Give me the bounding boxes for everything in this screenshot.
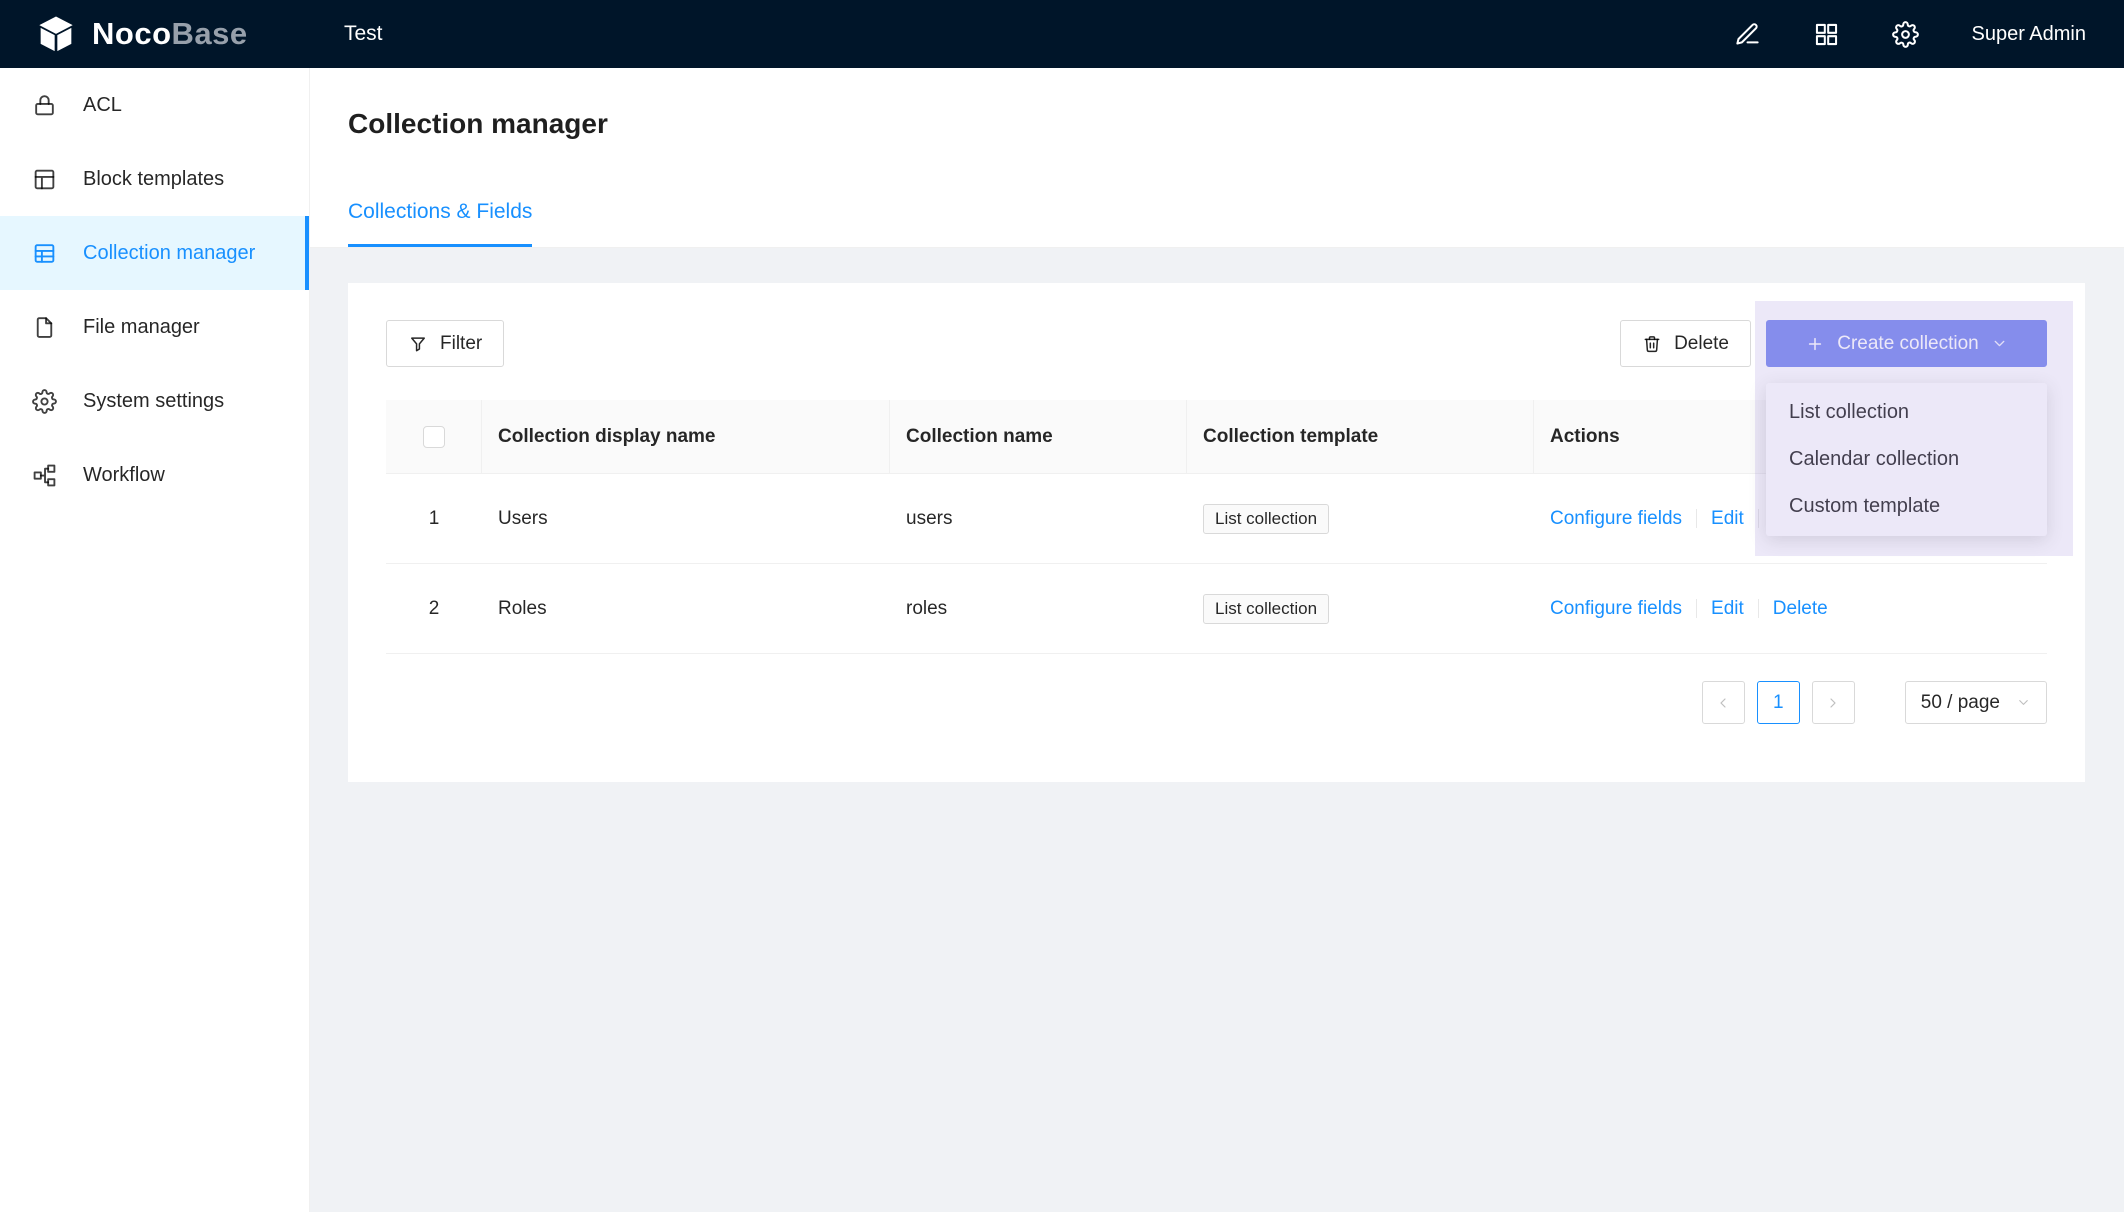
row-index[interactable]: 1: [386, 474, 482, 563]
nocobase-cube-icon: [36, 14, 76, 54]
template-tag: List collection: [1203, 504, 1329, 534]
chevron-down-icon: [1991, 335, 2008, 352]
chevron-left-icon: [1715, 695, 1731, 711]
column-header-name: Collection name: [890, 400, 1187, 473]
cell-display-name: Roles: [482, 564, 890, 653]
page-header: Collection manager Collections & Fields: [310, 68, 2124, 248]
filter-button[interactable]: Filter: [386, 320, 504, 367]
edit-link[interactable]: Edit: [1711, 508, 1744, 530]
create-collection-button[interactable]: Create collection: [1766, 320, 2047, 367]
filter-button-label: Filter: [440, 333, 482, 355]
cell-template: List collection: [1187, 474, 1534, 563]
sidebar-item-collection-manager[interactable]: Collection manager: [0, 216, 309, 290]
action-divider: [1758, 509, 1759, 528]
highlighter-icon[interactable]: [1734, 21, 1761, 48]
apps-icon[interactable]: [1813, 21, 1840, 48]
table-icon: [32, 241, 57, 266]
sidebar-item-label: ACL: [83, 94, 122, 117]
plus-icon: [1805, 334, 1825, 354]
sidebar-item-workflow[interactable]: Workflow: [0, 438, 309, 512]
table-toolbar: Filter Delete Create collection List col…: [386, 320, 2047, 367]
nocobase-logo[interactable]: NocoBase: [0, 14, 310, 54]
template-tag: List collection: [1203, 594, 1329, 624]
file-icon: [32, 315, 57, 340]
tabs-bar: Collections & Fields: [348, 199, 532, 247]
gear-icon[interactable]: [1892, 21, 1919, 48]
select-all-checkbox[interactable]: [423, 426, 445, 448]
create-collection-wrapper: Create collection List collection Calend…: [1766, 320, 2047, 367]
trash-icon: [1642, 334, 1662, 354]
sidebar-item-label: System settings: [83, 390, 224, 413]
action-divider: [1696, 509, 1697, 528]
page-size-select[interactable]: 50 / page: [1905, 681, 2047, 724]
delete-button[interactable]: Delete: [1620, 320, 1751, 367]
configure-fields-link[interactable]: Configure fields: [1550, 508, 1682, 530]
menu-item-calendar-collection[interactable]: Calendar collection: [1766, 436, 2047, 483]
configure-fields-link[interactable]: Configure fields: [1550, 598, 1682, 620]
sidebar-item-block-templates[interactable]: Block templates: [0, 142, 309, 216]
page-title: Collection manager: [348, 104, 2086, 144]
cell-display-name: Users: [482, 474, 890, 563]
create-collection-label: Create collection: [1837, 333, 1979, 355]
tab-collections-and-fields[interactable]: Collections & Fields: [348, 199, 532, 247]
logo-text: NocoBase: [92, 16, 248, 52]
delete-link[interactable]: Delete: [1773, 598, 1828, 620]
chevron-down-icon: [2016, 695, 2031, 710]
content-area: Filter Delete Create collection List col…: [310, 248, 2124, 1212]
delete-button-label: Delete: [1674, 333, 1729, 355]
top-header: NocoBase Test Super Admin: [0, 0, 2124, 68]
lock-icon: [32, 93, 57, 118]
settings-sidebar: ACL Block templates Collection manager F…: [0, 68, 310, 1212]
sidebar-item-label: Collection manager: [83, 242, 255, 265]
select-all-cell: [386, 400, 482, 473]
sidebar-item-system-settings[interactable]: System settings: [0, 364, 309, 438]
create-collection-dropdown: List collection Calendar collection Cust…: [1766, 383, 2047, 536]
workflow-icon: [32, 463, 57, 488]
gear-icon: [32, 389, 57, 414]
sidebar-item-label: File manager: [83, 316, 200, 339]
sidebar-item-label: Block templates: [83, 168, 224, 191]
pagination: 1 50 / page: [386, 681, 2047, 724]
layout-icon: [32, 167, 57, 192]
cell-template: List collection: [1187, 564, 1534, 653]
cell-name: users: [890, 474, 1187, 563]
header-right-cluster: Super Admin: [1734, 21, 2124, 48]
column-header-template: Collection template: [1187, 400, 1534, 473]
logo-text-light: Base: [172, 16, 248, 51]
menu-item-custom-template[interactable]: Custom template: [1766, 483, 2047, 530]
header-menu-item-test[interactable]: Test: [310, 0, 417, 68]
cell-name: roles: [890, 564, 1187, 653]
previous-page-button[interactable]: [1702, 681, 1745, 724]
edit-link[interactable]: Edit: [1711, 598, 1744, 620]
next-page-button[interactable]: [1812, 681, 1855, 724]
filter-icon: [408, 334, 428, 354]
row-index[interactable]: 2: [386, 564, 482, 653]
menu-item-list-collection[interactable]: List collection: [1766, 389, 2047, 436]
collections-card: Filter Delete Create collection List col…: [348, 283, 2085, 782]
sidebar-item-file-manager[interactable]: File manager: [0, 290, 309, 364]
cell-actions: Configure fields Edit Delete: [1534, 564, 2047, 653]
column-header-display-name: Collection display name: [482, 400, 890, 473]
sidebar-item-acl[interactable]: ACL: [0, 68, 309, 142]
sidebar-item-label: Workflow: [83, 464, 165, 487]
action-divider: [1696, 599, 1697, 618]
table-row: 2 Roles roles List collection Configure …: [386, 564, 2047, 654]
logo-text-bold: Noco: [92, 16, 172, 51]
action-divider: [1758, 599, 1759, 618]
user-menu[interactable]: Super Admin: [1971, 23, 2086, 46]
page-number-1[interactable]: 1: [1757, 681, 1800, 724]
chevron-right-icon: [1825, 695, 1841, 711]
page-size-value: 50 / page: [1921, 692, 2000, 714]
main-area: Collection manager Collections & Fields …: [310, 68, 2124, 1212]
